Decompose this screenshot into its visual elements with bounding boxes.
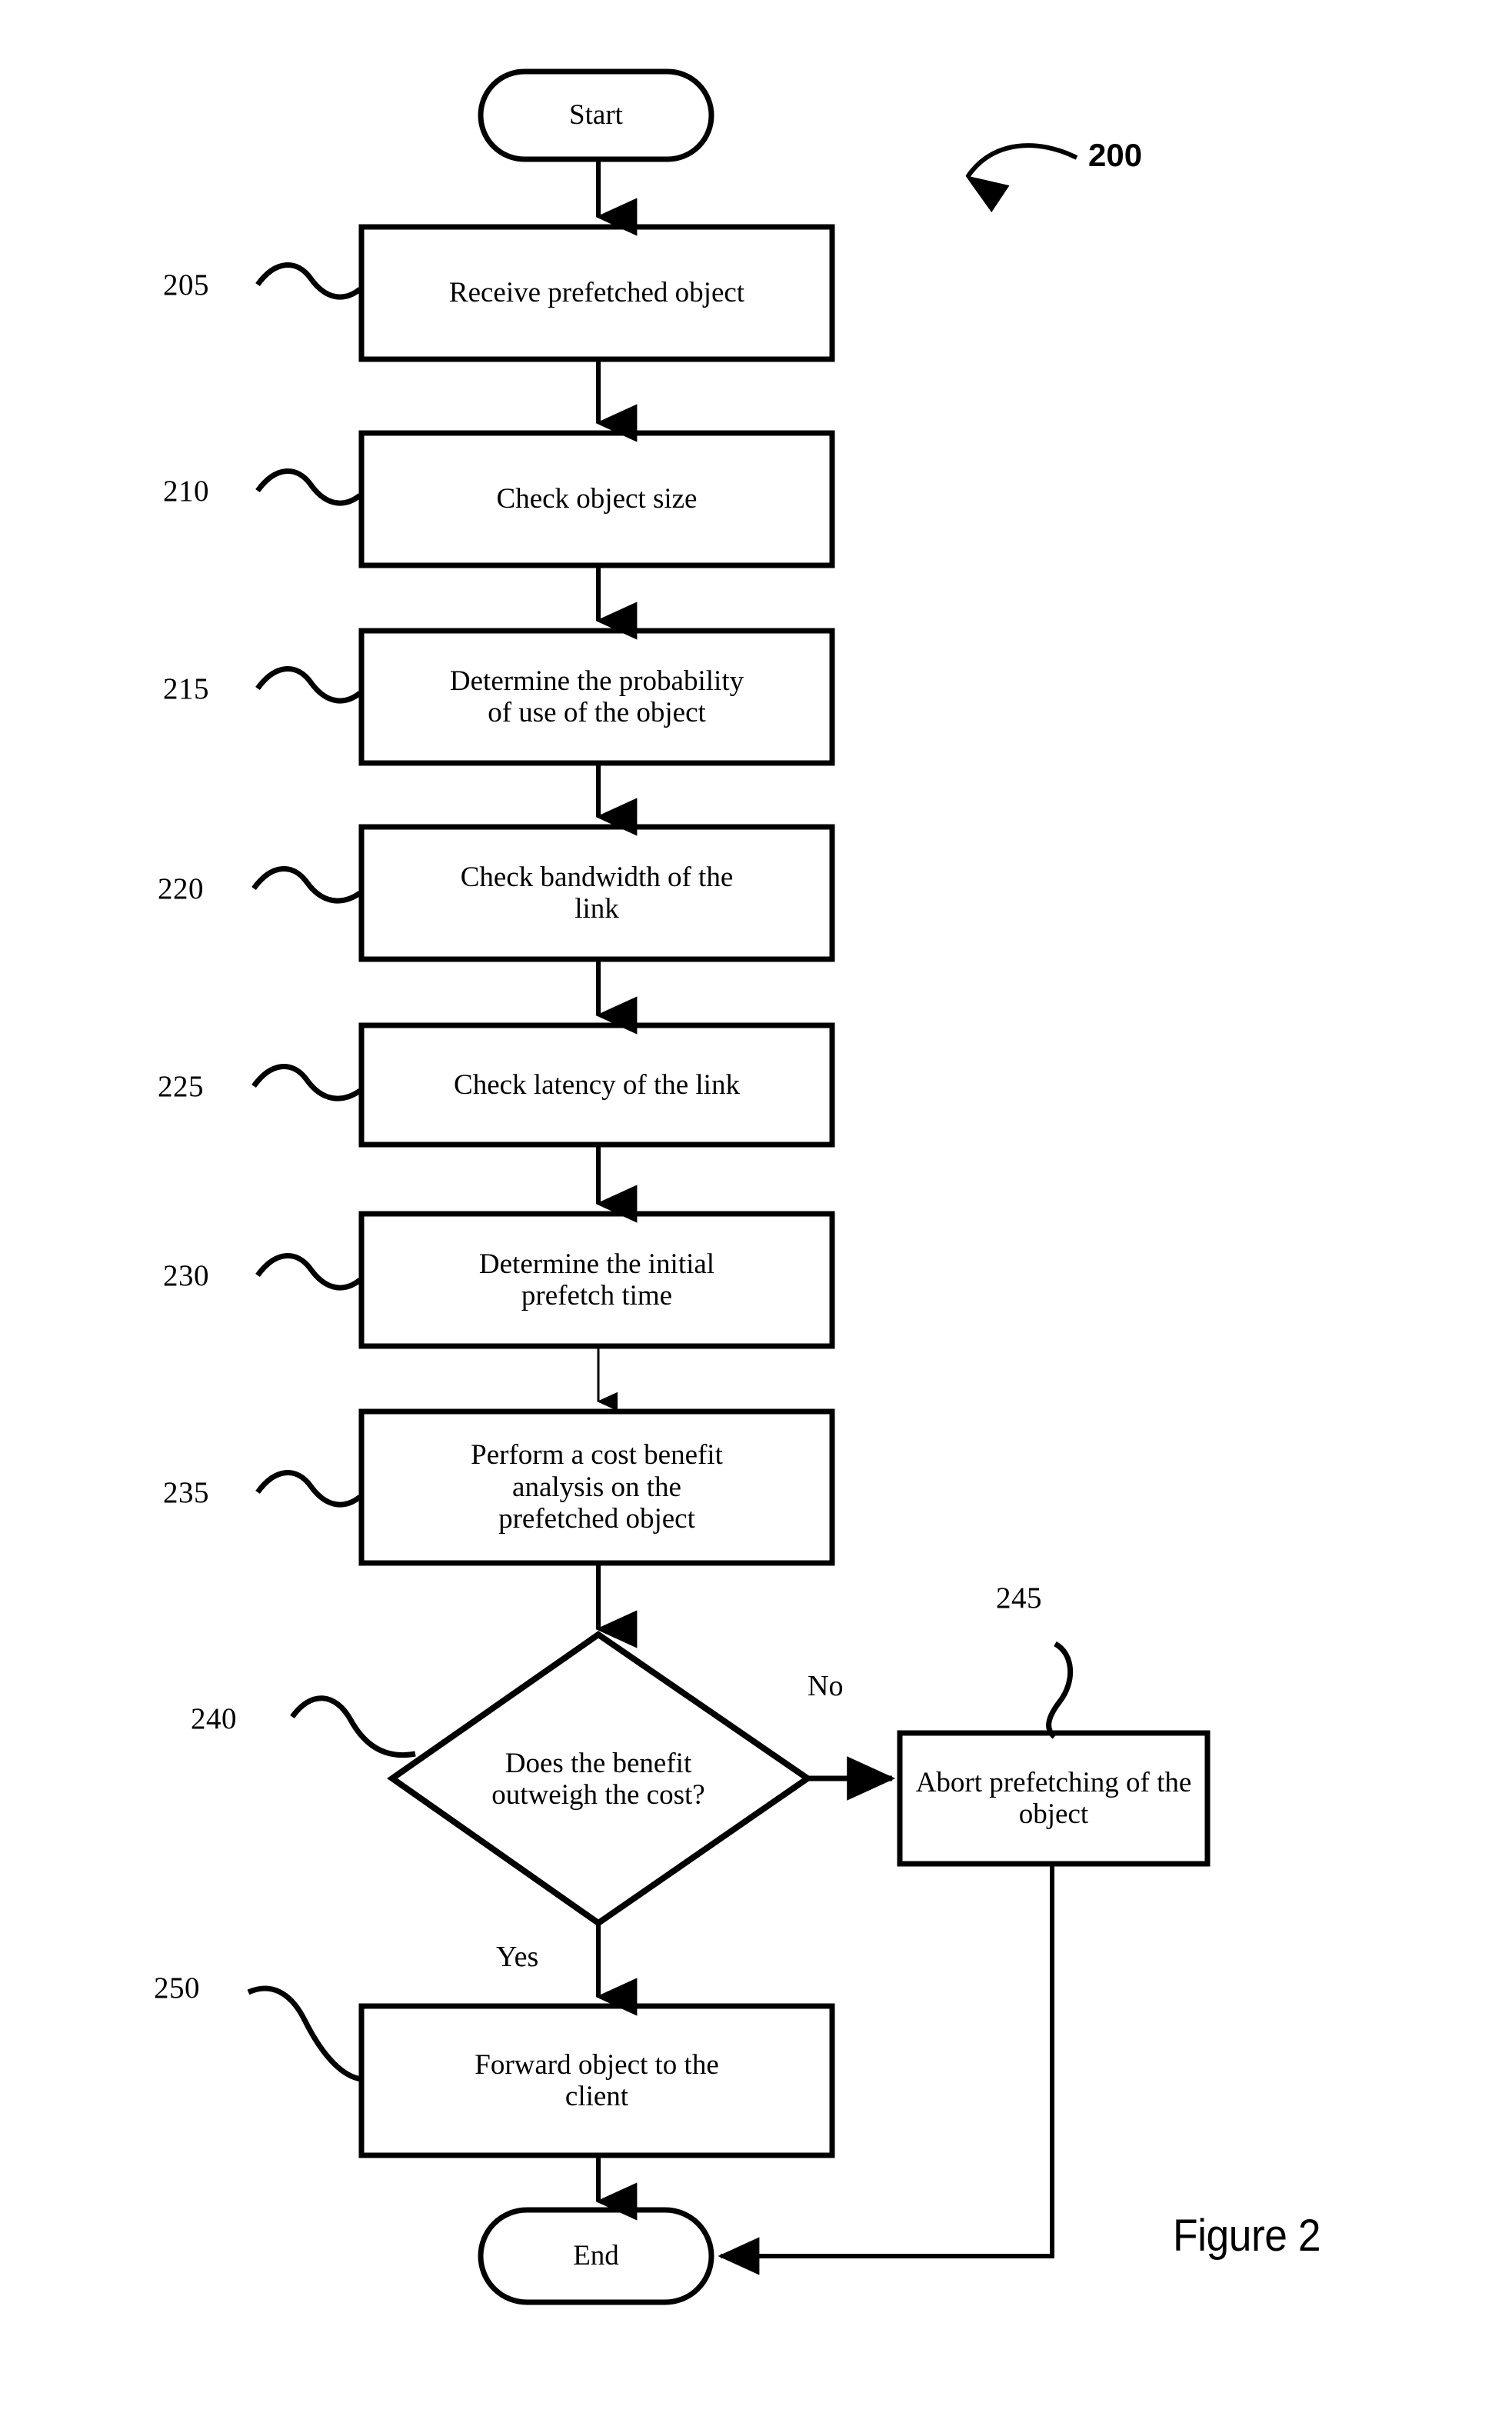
ref-leader-245: [1046, 1641, 1073, 1739]
figure-canvas: Start Receive prefetched object Check ob…: [0, 0, 1512, 2413]
step-245-shape: [897, 1730, 1211, 1867]
ref-leader-205: [255, 262, 362, 300]
branch-label-yes: Yes: [496, 1941, 539, 1973]
decision-240-shape: [387, 1631, 814, 1927]
ref-number-230: 230: [163, 1259, 209, 1292]
ref-number-220: 220: [158, 872, 204, 905]
end-terminator-shape: [478, 2207, 714, 2305]
ref-leader-215: [255, 666, 362, 704]
ref-number-235: 235: [163, 1476, 209, 1509]
ref-number-215: 215: [163, 672, 209, 705]
ref-number-250: 250: [154, 1971, 200, 2005]
ref-leader-230: [255, 1253, 362, 1291]
step-210-shape: [358, 430, 835, 568]
step-250-shape: [358, 2003, 835, 2158]
flow-number-leader-line: [967, 143, 1078, 177]
ref-number-210: 210: [163, 475, 209, 508]
step-235-shape: [358, 1408, 835, 1566]
ref-leader-250: [247, 1985, 362, 2082]
ref-leader-235: [255, 1470, 362, 1508]
start-terminator-shape: [478, 68, 714, 162]
flow-number-200: 200: [1088, 137, 1143, 173]
step-215-shape: [358, 628, 835, 766]
ref-leader-220: [251, 866, 361, 904]
step-225-shape: [358, 1022, 835, 1148]
step-205-shape: [358, 224, 835, 362]
ref-number-245: 245: [996, 1581, 1042, 1615]
ref-leader-240: [290, 1695, 416, 1758]
flowchart-graphics: [247, 68, 1211, 2305]
ref-number-240: 240: [191, 1702, 237, 1735]
ref-number-225: 225: [158, 1070, 204, 1103]
figure-caption: Figure 2: [1173, 2211, 1321, 2261]
ref-leader-225: [251, 1064, 361, 1102]
ref-leader-210: [255, 468, 362, 506]
branch-label-no: No: [808, 1670, 844, 1702]
ref-number-205: 205: [163, 268, 209, 302]
step-220-shape: [358, 824, 835, 962]
step-230-shape: [358, 1211, 835, 1349]
